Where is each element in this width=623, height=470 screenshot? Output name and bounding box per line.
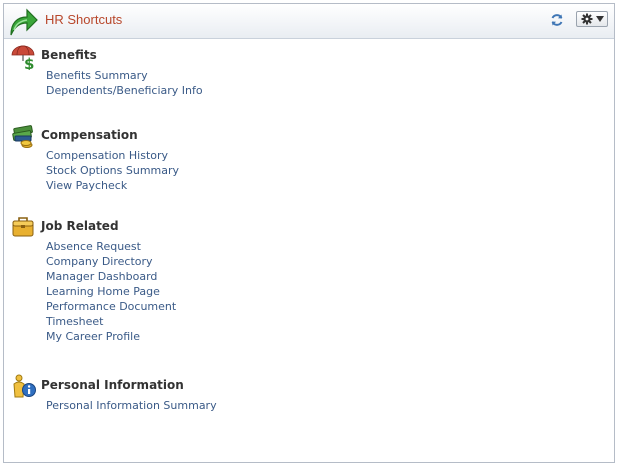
link-timesheet[interactable]: Timesheet (46, 314, 176, 329)
gear-icon (581, 13, 593, 25)
link-benefits-summary[interactable]: Benefits Summary (46, 68, 203, 83)
section-title: Benefits (41, 48, 97, 62)
section-title: Compensation (41, 128, 138, 142)
link-view-paycheck[interactable]: View Paycheck (46, 178, 179, 193)
link-dependents-beneficiary-info[interactable]: Dependents/Beneficiary Info (46, 83, 203, 98)
pagelet-header: HR Shortcuts (4, 4, 614, 39)
caret-down-icon (596, 16, 604, 22)
briefcase-icon (12, 217, 34, 237)
settings-menu-button[interactable] (576, 11, 608, 27)
compensation-links: Compensation History Stock Options Summa… (46, 148, 179, 193)
pagelet-title: HR Shortcuts (45, 12, 123, 27)
link-manager-dashboard[interactable]: Manager Dashboard (46, 269, 176, 284)
link-compensation-history[interactable]: Compensation History (46, 148, 179, 163)
green-arrow-icon (10, 8, 38, 36)
link-my-career-profile[interactable]: My Career Profile (46, 329, 176, 344)
link-learning-home-page[interactable]: Learning Home Page (46, 284, 176, 299)
link-personal-information-summary[interactable]: Personal Information Summary (46, 398, 217, 413)
section-title: Job Related (41, 219, 119, 233)
benefits-links: Benefits Summary Dependents/Beneficiary … (46, 68, 203, 98)
job-related-links: Absence Request Company Directory Manage… (46, 239, 176, 344)
section-title: Personal Information (41, 378, 184, 392)
benefits-umbrella-icon: $ (11, 45, 34, 70)
person-info-icon (13, 374, 36, 398)
link-company-directory[interactable]: Company Directory (46, 254, 176, 269)
refresh-icon[interactable] (550, 13, 564, 27)
link-performance-document[interactable]: Performance Document (46, 299, 176, 314)
personal-information-links: Personal Information Summary (46, 398, 217, 413)
link-stock-options-summary[interactable]: Stock Options Summary (46, 163, 179, 178)
svg-text:$: $ (24, 55, 34, 70)
hr-shortcuts-pagelet: HR Shortcuts $ Benefits Benefits Summary… (3, 3, 615, 463)
money-stack-icon (12, 125, 33, 148)
link-absence-request[interactable]: Absence Request (46, 239, 176, 254)
